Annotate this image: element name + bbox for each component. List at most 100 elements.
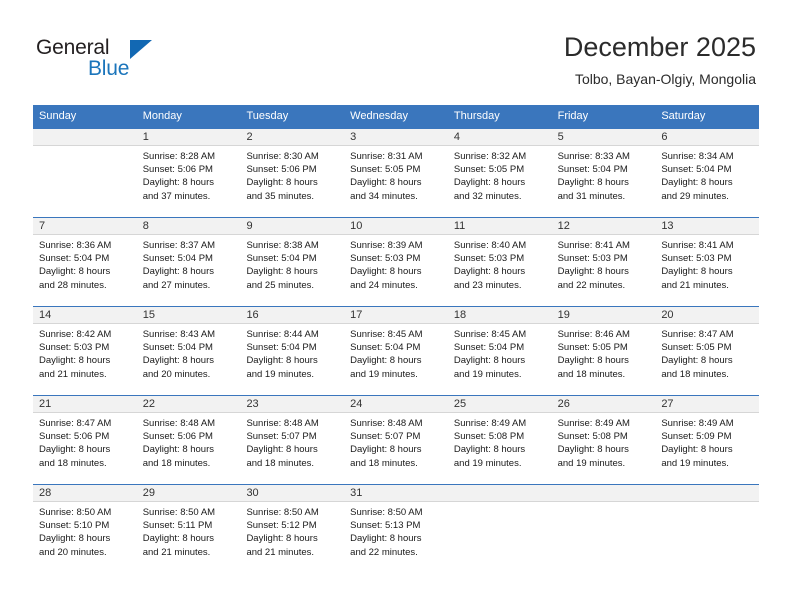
day-sun-info: Sunrise: 8:49 AM Sunset: 5:08 PM Daylight:… [448, 413, 552, 470]
day-info-line: Sunset: 5:04 PM [661, 164, 732, 176]
calendar-day-cell[interactable]: 2 Sunrise: 8:30 AM Sunset: 5:06 PM Daylight… [240, 129, 345, 217]
day-info-line: and 19 minutes. [557, 457, 626, 469]
day-sun-info: Sunrise: 8:44 AM Sunset: 5:04 PM Daylight:… [240, 324, 344, 381]
day-number: 28 [33, 485, 137, 502]
day-sun-info: Sunrise: 8:41 AM Sunset: 5:03 PM Daylight:… [552, 235, 656, 292]
calendar-day-cell[interactable]: 26 Sunrise: 8:49 AM Sunset: 5:08 PM Dayligh… [551, 396, 656, 484]
day-sun-info [552, 502, 656, 506]
calendar-day-cell[interactable]: 10 Sunrise: 8:39 AM Sunset: 5:03 PM Dayligh… [344, 218, 448, 306]
day-number: 26 [551, 396, 656, 413]
day-info-line: Daylight: 8 hours [661, 177, 733, 189]
day-number: 16 [240, 307, 345, 324]
day-number: 31 [344, 485, 448, 502]
weekday-header-tuesday: Tuesday [246, 110, 289, 122]
day-sun-info: Sunrise: 8:38 AM Sunset: 5:04 PM Daylight:… [240, 235, 344, 292]
day-number: 10 [344, 218, 448, 235]
calendar-day-cell[interactable]: 11 Sunrise: 8:40 AM Sunset: 5:03 PM Dayligh… [447, 218, 552, 306]
day-info-line: Sunrise: 8:37 AM [142, 240, 216, 251]
calendar-day-cell[interactable]: 22 Sunrise: 8:48 AM Sunset: 5:06 PM Dayligh… [136, 396, 241, 484]
day-info-line: Sunset: 5:04 PM [246, 253, 317, 265]
day-info-line: Daylight: 8 hours [661, 355, 733, 367]
day-info-line: Daylight: 8 hours [557, 266, 629, 278]
day-info-line: Sunset: 5:04 PM [453, 342, 525, 354]
weekday-header-monday: Monday [142, 110, 182, 122]
calendar-day-cell[interactable]: 1 Sunrise: 8:28 AM Sunset: 5:06 PM Daylight… [136, 129, 241, 217]
calendar-day-cell[interactable]: 6 Sunrise: 8:34 AM Sunset: 5:04 PM Daylight… [655, 129, 760, 217]
day-info-line: Daylight: 8 hours [39, 355, 111, 367]
calendar-week-row: 7 Sunrise: 8:36 AM Sunset: 5:04 PM Daylight… [33, 217, 760, 306]
calendar-day-cell[interactable]: 15 Sunrise: 8:43 AM Sunset: 5:04 PM Dayligh… [136, 307, 241, 395]
day-info-line: and 18 minutes. [39, 457, 107, 469]
day-number: 6 [655, 129, 760, 146]
brand-logo[interactable]: General Blue [36, 36, 156, 82]
day-sun-info [33, 146, 137, 150]
calendar-day-cell[interactable]: 18 Sunrise: 8:45 AM Sunset: 5:04 PM Dayligh… [447, 307, 552, 395]
calendar-day-cell[interactable]: 29 Sunrise: 8:50 AM Sunset: 5:11 PM Dayligh… [136, 485, 241, 573]
calendar-day-cell[interactable]: 24 Sunrise: 8:48 AM Sunset: 5:07 PM Dayligh… [344, 396, 448, 484]
calendar-page: General Blue December 2025 Tolbo, Bayan-… [0, 0, 792, 612]
day-sun-info [448, 502, 552, 506]
day-info-line: Sunset: 5:03 PM [661, 253, 732, 265]
calendar-day-cell[interactable]: 23 Sunrise: 8:48 AM Sunset: 5:07 PM Dayligh… [240, 396, 345, 484]
day-info-line: and 32 minutes. [453, 190, 522, 202]
day-info-line: Sunrise: 8:49 AM [557, 418, 630, 429]
day-info-line: and 35 minutes. [246, 190, 315, 202]
day-info-line: and 37 minutes. [142, 190, 211, 202]
calendar-day-cell[interactable]: 25 Sunrise: 8:49 AM Sunset: 5:08 PM Dayligh… [447, 396, 552, 484]
day-info-line: and 24 minutes. [350, 279, 418, 291]
day-info-line: and 18 minutes. [557, 368, 626, 380]
calendar-day-cell[interactable]: 5 Sunrise: 8:33 AM Sunset: 5:04 PM Daylight… [551, 129, 656, 217]
day-info-line: and 21 minutes. [246, 546, 315, 558]
triangle-icon [130, 40, 152, 59]
day-info-line: Sunset: 5:03 PM [453, 253, 525, 265]
calendar-day-cell[interactable]: 12 Sunrise: 8:41 AM Sunset: 5:03 PM Dayligh… [551, 218, 656, 306]
calendar-day-cell[interactable]: 3 Sunrise: 8:31 AM Sunset: 5:05 PM Daylight… [344, 129, 448, 217]
title-block: December 2025 Tolbo, Bayan-Olgiy, Mongol… [564, 30, 756, 89]
calendar-day-cell[interactable]: 4 Sunrise: 8:32 AM Sunset: 5:05 PM Daylight… [447, 129, 552, 217]
day-info-line: Sunset: 5:13 PM [350, 520, 421, 532]
calendar-day-cell[interactable]: 31 Sunrise: 8:50 AM Sunset: 5:13 PM Dayligh… [344, 485, 448, 573]
day-sun-info: Sunrise: 8:48 AM Sunset: 5:07 PM Daylight:… [240, 413, 344, 470]
calendar-day-cell[interactable]: 13 Sunrise: 8:41 AM Sunset: 5:03 PM Dayligh… [655, 218, 760, 306]
day-info-line: Daylight: 8 hours [142, 266, 215, 278]
day-info-line: Sunset: 5:04 PM [557, 164, 628, 176]
day-info-line: Daylight: 8 hours [453, 355, 526, 367]
calendar-day-cell[interactable]: 17 Sunrise: 8:45 AM Sunset: 5:04 PM Dayligh… [344, 307, 448, 395]
calendar-day-cell[interactable]: 20 Sunrise: 8:47 AM Sunset: 5:05 PM Dayligh… [655, 307, 760, 395]
day-sun-info: Sunrise: 8:49 AM Sunset: 5:08 PM Daylight:… [552, 413, 656, 470]
day-info-line: Daylight: 8 hours [453, 177, 526, 189]
calendar-day-cell[interactable]: 14 Sunrise: 8:42 AM Sunset: 5:03 PM Dayligh… [33, 307, 137, 395]
calendar-day-cell[interactable]: 27 Sunrise: 8:49 AM Sunset: 5:09 PM Dayligh… [655, 396, 760, 484]
day-number: 9 [240, 218, 345, 235]
day-info-line: and 20 minutes. [39, 546, 107, 558]
day-info-line: Daylight: 8 hours [350, 533, 422, 545]
calendar-grid: Sunday Monday Tuesday Wednesday Thursday Frid… [33, 105, 760, 573]
day-sun-info: Sunrise: 8:28 AM Sunset: 5:06 PM Daylight:… [137, 146, 241, 203]
day-number: 5 [551, 129, 656, 146]
calendar-day-cell[interactable]: 19 Sunrise: 8:46 AM Sunset: 5:05 PM Dayligh… [551, 307, 656, 395]
day-info-line: Daylight: 8 hours [142, 533, 215, 545]
day-info-line: Daylight: 8 hours [350, 177, 422, 189]
day-info-line: Sunset: 5:11 PM [142, 520, 213, 532]
day-sun-info: Sunrise: 8:36 AM Sunset: 5:04 PM Daylight:… [33, 235, 137, 292]
day-number: 27 [655, 396, 760, 413]
calendar-day-cell[interactable]: 30 Sunrise: 8:50 AM Sunset: 5:12 PM Dayligh… [240, 485, 345, 573]
calendar-day-cell[interactable]: 28 Sunrise: 8:50 AM Sunset: 5:10 PM Dayligh… [33, 485, 137, 573]
day-info-line: and 25 minutes. [246, 279, 315, 291]
calendar-day-cell-empty [33, 129, 137, 217]
calendar-day-cell-empty [655, 485, 760, 573]
calendar-day-cell[interactable]: 16 Sunrise: 8:44 AM Sunset: 5:04 PM Dayligh… [240, 307, 345, 395]
day-number: 23 [240, 396, 345, 413]
day-info-line: Sunrise: 8:41 AM [557, 240, 630, 251]
day-info-line: and 27 minutes. [142, 279, 211, 291]
calendar-day-cell[interactable]: 9 Sunrise: 8:38 AM Sunset: 5:04 PM Daylight… [240, 218, 345, 306]
calendar-day-cell[interactable]: 21 Sunrise: 8:47 AM Sunset: 5:06 PM Dayligh… [33, 396, 137, 484]
day-info-line: Sunrise: 8:48 AM [350, 418, 423, 429]
day-info-line: Sunrise: 8:44 AM [246, 329, 319, 340]
calendar-day-cell[interactable]: 7 Sunrise: 8:36 AM Sunset: 5:04 PM Daylight… [33, 218, 137, 306]
day-info-line: Daylight: 8 hours [39, 444, 111, 456]
day-sun-info: Sunrise: 8:37 AM Sunset: 5:04 PM Daylight:… [137, 235, 241, 292]
day-sun-info: Sunrise: 8:31 AM Sunset: 5:05 PM Daylight:… [344, 146, 448, 203]
calendar-day-cell[interactable]: 8 Sunrise: 8:37 AM Sunset: 5:04 PM Daylight… [136, 218, 241, 306]
day-info-line: Sunset: 5:03 PM [350, 253, 421, 265]
